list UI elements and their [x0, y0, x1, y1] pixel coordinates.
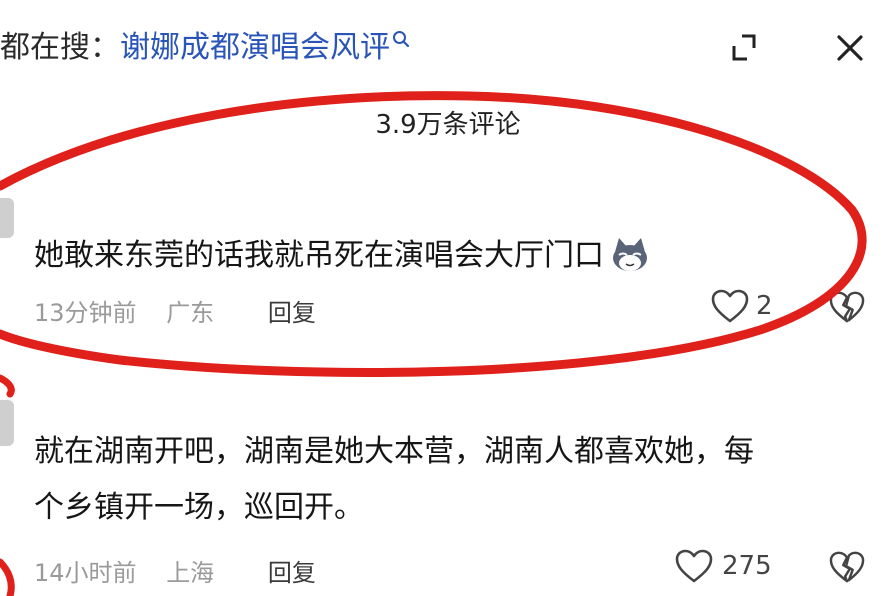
like-button[interactable]: 2	[710, 288, 773, 324]
comment-region: 上海	[166, 559, 215, 587]
comment-time: 13分钟前	[34, 299, 137, 327]
trending-search-link[interactable]: 都在搜： 谢娜成都演唱会风评	[0, 22, 410, 66]
trending-query[interactable]: 谢娜成都演唱会风评	[120, 22, 390, 66]
reply-button[interactable]: 回复	[268, 299, 316, 327]
broken-heart-icon[interactable]	[828, 290, 866, 324]
heart-icon	[675, 549, 713, 583]
expand-icon[interactable]	[728, 32, 760, 64]
close-icon[interactable]	[832, 30, 868, 66]
search-header: 都在搜： 谢娜成都演唱会风评	[0, 0, 896, 95]
comment-item: 就在湖南开吧，湖南是她大本营，湖南人都喜欢她，每 个乡镇开一场，巡回开。 14小…	[0, 390, 896, 596]
like-count: 2	[756, 291, 773, 321]
comment-body: 她敢来东莞的话我就吊死在演唱会大厅门口	[34, 238, 604, 273]
like-button[interactable]: 275	[674, 548, 772, 584]
comment-text: 就在湖南开吧，湖南是她大本营，湖南人都喜欢她，每 个乡镇开一场，巡回开。	[34, 424, 754, 536]
comment-meta: 14小时前 上海 回复	[34, 553, 316, 588]
comment-body-line: 个乡镇开一场，巡回开。	[34, 490, 364, 525]
cat-face-icon	[613, 237, 647, 271]
comment-body-line: 就在湖南开吧，湖南是她大本营，湖南人都喜欢她，每	[34, 434, 754, 469]
broken-heart-icon[interactable]	[828, 550, 866, 584]
comment-count: 3.9万条评论	[375, 110, 521, 140]
avatar[interactable]	[0, 198, 14, 238]
reply-button[interactable]: 回复	[268, 559, 316, 587]
comment-text: 她敢来东莞的话我就吊死在演唱会大厅门口	[34, 228, 650, 284]
like-count: 275	[722, 551, 772, 581]
avatar[interactable]	[0, 400, 14, 446]
comment-region: 广东	[166, 299, 215, 327]
comment-meta: 13分钟前 广东 回复	[34, 293, 316, 328]
heart-icon	[711, 289, 749, 323]
search-icon	[393, 31, 410, 48]
comment-item: 她敢来东莞的话我就吊死在演唱会大厅门口 13分钟前 广东 回复 2	[0, 180, 896, 340]
trending-prefix: 都在搜：	[0, 30, 120, 65]
comment-time: 14小时前	[34, 559, 137, 587]
